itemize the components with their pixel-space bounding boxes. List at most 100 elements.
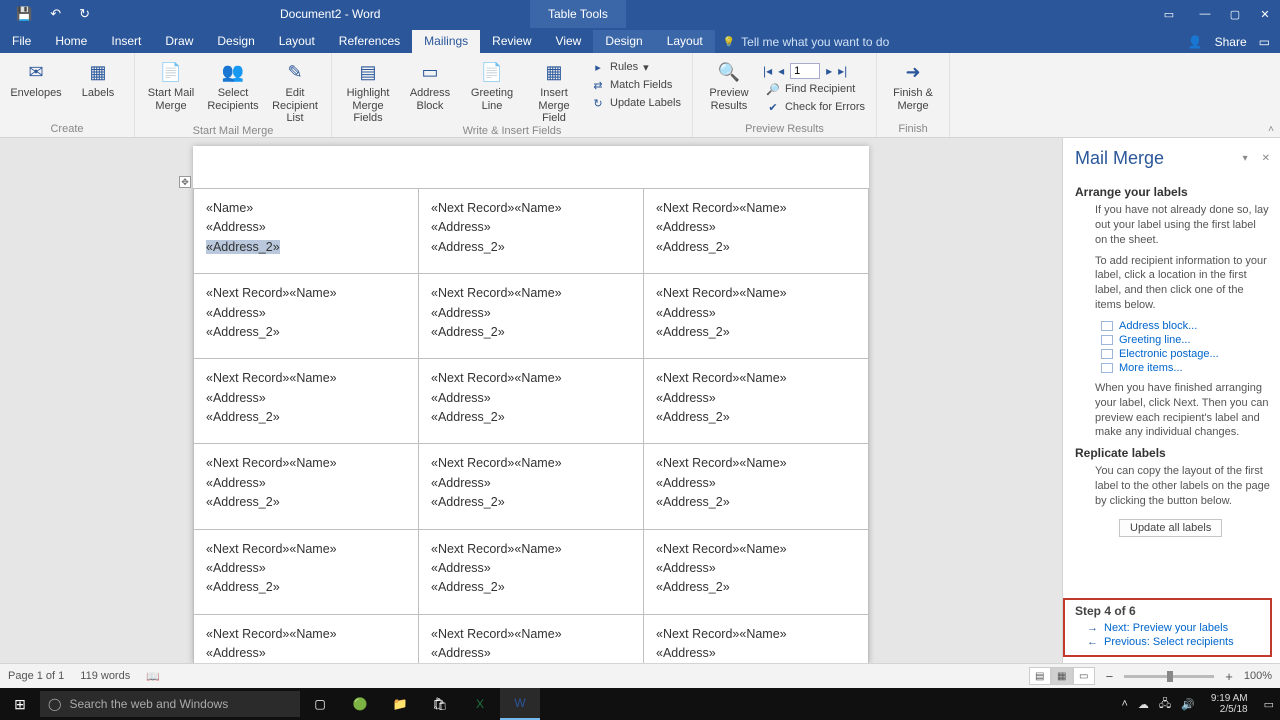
proofing-icon[interactable]: 📖	[146, 670, 160, 683]
ribbon-options-icon[interactable]: ▭	[1154, 0, 1184, 28]
preview-results-button[interactable]: 🔍PreviewResults	[699, 55, 759, 112]
tab-table-layout[interactable]: Layout	[655, 30, 715, 53]
last-record-icon[interactable]: ▸|	[838, 64, 847, 78]
file-explorer-icon[interactable]: 📁	[380, 688, 420, 720]
tray-chevron-icon[interactable]: ˄	[1121, 698, 1127, 710]
select-recipients-button[interactable]: 👥SelectRecipients	[203, 55, 263, 112]
minimize-icon[interactable]: —	[1190, 0, 1220, 28]
rules-button[interactable]: ▸Rules ▾	[586, 59, 686, 75]
tab-file[interactable]: File	[0, 30, 43, 53]
excel-icon[interactable]: X	[460, 688, 500, 720]
web-layout-icon[interactable]: ▭	[1073, 667, 1095, 685]
start-button[interactable]: ⊞	[0, 696, 40, 713]
label-cell[interactable]: «Next Record»«Name»«Address»«Address_2»	[194, 614, 419, 663]
find-recipient-button[interactable]: 🔎Find Recipient	[761, 81, 870, 97]
collapse-ribbon-icon[interactable]: ˄	[1268, 124, 1274, 135]
group-label: Create	[6, 123, 128, 137]
tab-view[interactable]: View	[544, 30, 594, 53]
match-fields-button[interactable]: ⇄Match Fields	[586, 77, 686, 93]
pane-close-icon[interactable]: ✕	[1262, 153, 1270, 164]
label-cell[interactable]: «Next Record»«Name»«Address»«Address_2»	[419, 359, 644, 444]
undo-icon[interactable]: ↶	[50, 6, 61, 22]
check-errors-button[interactable]: ✔Check for Errors	[761, 99, 870, 115]
label-cell[interactable]: «Next Record»«Name»«Address»«Address_2»	[644, 614, 869, 663]
task-view-icon[interactable]: ▢	[300, 688, 340, 720]
store-icon[interactable]: 🛍	[420, 688, 460, 720]
tab-references[interactable]: References	[327, 30, 412, 53]
label-cell[interactable]: «Next Record»«Name»«Address»«Address_2»	[644, 359, 869, 444]
word-icon[interactable]: W	[500, 688, 540, 720]
start-mail-merge-button[interactable]: 📄Start MailMerge	[141, 55, 201, 112]
comments-icon[interactable]: ▭	[1259, 35, 1270, 49]
label-cell[interactable]: «Next Record»«Name»«Address»«Address_2»	[194, 359, 419, 444]
update-labels-button[interactable]: ↻Update Labels	[586, 95, 686, 111]
next-record-icon[interactable]: ▸	[826, 64, 832, 78]
edit-recipient-list-button[interactable]: ✎EditRecipient List	[265, 55, 325, 125]
status-bar: Page 1 of 1 119 words 📖 ▤ ▦ ▭ − + 100%	[0, 663, 1280, 688]
label-cell[interactable]: «Next Record»«Name»«Address»«Address_2»	[419, 444, 644, 529]
label-cell[interactable]: «Next Record»«Name»«Address»«Address_2»	[419, 274, 644, 359]
tab-insert[interactable]: Insert	[99, 30, 153, 53]
label-cell[interactable]: «Next Record»«Name»«Address»«Address_2»	[419, 529, 644, 614]
label-cell[interactable]: «Next Record»«Name»«Address»«Address_2»	[194, 274, 419, 359]
user-icon[interactable]: 👤	[1188, 35, 1203, 49]
zoom-slider[interactable]	[1124, 675, 1214, 678]
print-layout-icon[interactable]: ▦	[1051, 667, 1073, 685]
network-icon[interactable]: 🖧	[1159, 695, 1171, 714]
onedrive-icon[interactable]: ☁	[1138, 698, 1149, 711]
tab-layout[interactable]: Layout	[267, 30, 327, 53]
prev-record-icon[interactable]: ◂	[778, 64, 784, 78]
tab-draw[interactable]: Draw	[153, 30, 205, 53]
label-cell[interactable]: «Next Record»«Name»«Address»«Address_2»	[644, 274, 869, 359]
save-icon[interactable]: 💾	[16, 6, 32, 22]
insert-merge-field-button[interactable]: ▦Insert MergeField	[524, 55, 584, 125]
record-number-input[interactable]	[790, 63, 820, 79]
next-step-link[interactable]: →Next: Preview your labels	[1075, 621, 1262, 635]
document-area[interactable]: ✥ «Name»«Address»«Address_2»«Next Record…	[0, 138, 1062, 663]
windows-search[interactable]: ◯ Search the web and Windows	[40, 691, 300, 717]
label-cell[interactable]: «Next Record»«Name»«Address»«Address_2»	[644, 444, 869, 529]
label-cell[interactable]: «Next Record»«Name»«Address»«Address_2»	[419, 189, 644, 274]
label-cell[interactable]: «Name»«Address»«Address_2»	[194, 189, 419, 274]
greeting-line-button[interactable]: 📄GreetingLine	[462, 55, 522, 112]
labels-button[interactable]: ▦Labels	[68, 55, 128, 100]
table-move-handle[interactable]: ✥	[179, 176, 191, 188]
zoom-out-button[interactable]: −	[1103, 669, 1117, 684]
highlight-merge-fields-button[interactable]: ▤HighlightMerge Fields	[338, 55, 398, 125]
envelopes-button[interactable]: ✉Envelopes	[6, 55, 66, 100]
redo-icon[interactable]: ↻	[79, 6, 90, 22]
word-count[interactable]: 119 words	[80, 670, 130, 682]
label-cell[interactable]: «Next Record»«Name»«Address»«Address_2»	[419, 614, 644, 663]
tell-me-search[interactable]: Tell me what you want to do	[715, 31, 898, 53]
tab-mailings[interactable]: Mailings	[412, 30, 480, 53]
more-items-link[interactable]: More items...	[1119, 362, 1183, 374]
volume-icon[interactable]: 🔊	[1181, 698, 1195, 711]
electronic-postage-link[interactable]: Electronic postage...	[1119, 348, 1219, 360]
address-block-button[interactable]: ▭AddressBlock	[400, 55, 460, 112]
first-record-icon[interactable]: |◂	[763, 64, 772, 78]
label-cell[interactable]: «Next Record»«Name»«Address»«Address_2»	[194, 529, 419, 614]
update-all-labels-button[interactable]: Update all labels	[1119, 519, 1222, 537]
restore-icon[interactable]: ▢	[1220, 0, 1250, 28]
clock[interactable]: 9:19 AM2/5/18	[1205, 693, 1254, 715]
tab-table-design[interactable]: Design	[593, 30, 654, 53]
zoom-in-button[interactable]: +	[1222, 669, 1236, 684]
read-mode-icon[interactable]: ▤	[1029, 667, 1051, 685]
chrome-icon[interactable]: 🟢	[340, 688, 380, 720]
close-icon[interactable]: ✕	[1250, 0, 1280, 28]
greeting-line-link[interactable]: Greeting line...	[1119, 334, 1191, 346]
finish-merge-button[interactable]: ➜Finish &Merge	[883, 55, 943, 112]
tab-review[interactable]: Review	[480, 30, 543, 53]
tab-design[interactable]: Design	[205, 30, 266, 53]
share-button[interactable]: Share	[1215, 35, 1247, 49]
tab-home[interactable]: Home	[43, 30, 99, 53]
action-center-icon[interactable]: ▭	[1264, 698, 1274, 711]
label-cell[interactable]: «Next Record»«Name»«Address»«Address_2»	[644, 189, 869, 274]
label-cell[interactable]: «Next Record»«Name»«Address»«Address_2»	[644, 529, 869, 614]
label-cell[interactable]: «Next Record»«Name»«Address»«Address_2»	[194, 444, 419, 529]
page-indicator[interactable]: Page 1 of 1	[8, 670, 64, 682]
zoom-level[interactable]: 100%	[1244, 670, 1272, 682]
prev-step-link[interactable]: ←Previous: Select recipients	[1075, 635, 1262, 649]
address-block-link[interactable]: Address block...	[1119, 320, 1197, 332]
pane-options-icon[interactable]: ▾	[1243, 153, 1248, 164]
